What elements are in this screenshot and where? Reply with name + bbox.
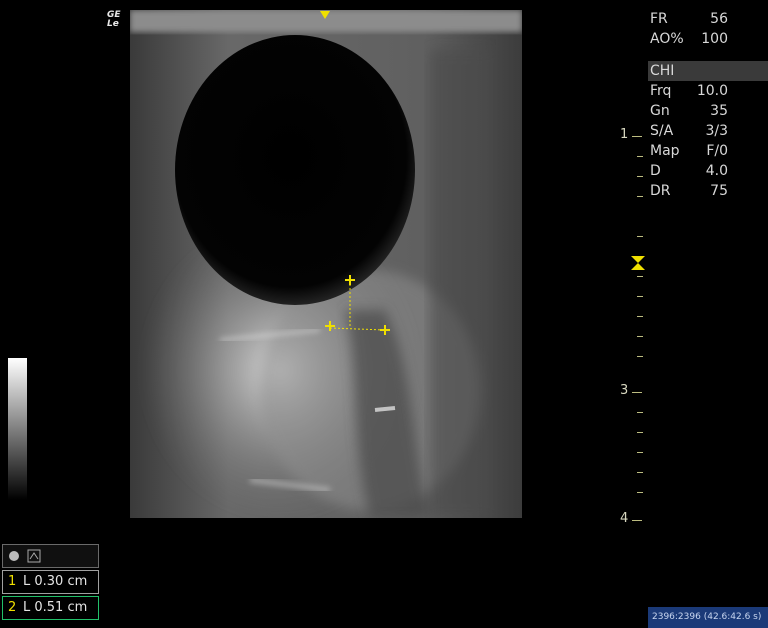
depth-tick — [637, 296, 643, 297]
depth-tick — [637, 472, 643, 473]
measurement-row[interactable]: 1 L 0.30 cm — [2, 570, 99, 594]
depth-tick — [637, 276, 643, 277]
param-fr: FR 56 — [650, 11, 728, 27]
depth-tick — [637, 336, 643, 337]
depth-tick — [637, 412, 643, 413]
measurement-index: 2 — [8, 600, 17, 615]
measurement-row[interactable]: 2 L 0.51 cm — [2, 596, 99, 620]
depth-scale: 1 3 4 — [620, 120, 650, 530]
depth-tick — [637, 432, 643, 433]
depth-tick — [637, 176, 643, 177]
measurement-box: 1 L 0.30 cm 2 L 0.51 cm — [2, 544, 99, 622]
param-chi: CHI — [648, 61, 768, 81]
param-ao: AO% 100 — [650, 31, 728, 47]
depth-major-tick — [632, 392, 642, 393]
focus-marker-icon[interactable] — [630, 255, 646, 271]
depth-label-4: 4 — [620, 511, 629, 526]
param-map: Map F/0 — [650, 143, 728, 159]
record-icon[interactable] — [8, 550, 20, 562]
parameter-panel: FR 56 AO% 100 CHI Frq 10.0 Gn 35 S/A 3/3 Map F… — [648, 9, 768, 201]
param-dr: DR 75 — [650, 183, 728, 199]
depth-label-3: 3 — [620, 383, 629, 398]
param-spacer — [648, 49, 768, 61]
param-gn: Gn 35 — [650, 103, 728, 119]
ultrasound-image-graphic — [130, 10, 522, 518]
depth-tick — [637, 156, 643, 157]
depth-tick — [637, 316, 643, 317]
measure-tool-icon[interactable] — [27, 549, 41, 563]
param-frq: Frq 10.0 — [650, 83, 728, 99]
measurement-value: L 0.51 cm — [23, 600, 88, 615]
grayscale-bar — [8, 358, 27, 500]
depth-tick — [637, 236, 643, 237]
measurement-header — [2, 544, 99, 568]
depth-tick — [637, 356, 643, 357]
ultrasound-image[interactable] — [130, 10, 522, 518]
depth-major-tick — [632, 136, 642, 137]
depth-tick — [637, 452, 643, 453]
measurement-value: L 0.30 cm — [23, 574, 88, 589]
param-d: D 4.0 — [650, 163, 728, 179]
cine-status[interactable]: 2396:2396 (42.6:42.6 s) — [648, 607, 768, 628]
depth-major-tick — [632, 520, 642, 521]
probe-logo-line2: Le — [107, 19, 119, 29]
probe-logo: GE Le — [107, 11, 121, 29]
depth-tick — [637, 492, 643, 493]
param-sa: S/A 3/3 — [650, 123, 728, 139]
depth-tick — [637, 196, 643, 197]
measurement-index: 1 — [8, 574, 17, 589]
depth-label-1: 1 — [620, 127, 629, 142]
